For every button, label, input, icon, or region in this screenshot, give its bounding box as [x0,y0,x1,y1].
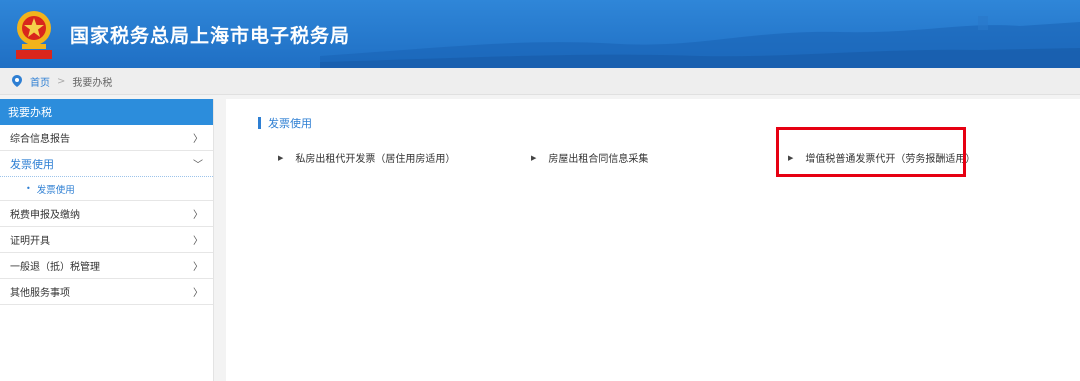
chevron-right-icon: 〉 [193,210,203,221]
chevron-right-icon: 〉 [193,262,203,273]
great-wall-illustration [320,16,1080,68]
sidebar-item-label: 发票使用 [10,157,54,171]
bullet-icon: • [26,184,31,193]
tax-emblem-logo [16,11,52,59]
sidebar-item-certificate-issuance[interactable]: 证明开具 〉 [0,227,213,253]
sidebar: 我要办税 综合信息报告 〉 发票使用 ﹀ • 发票使用 税费申报及缴纳 〉 证明… [0,99,214,381]
section-accent-bar [258,117,261,129]
site-title: 国家税务总局上海市电子税务局 [70,25,351,47]
highlight-box [776,127,966,177]
main-panel: 发票使用 ▶ 私房出租代开发票（居住用房适用） ▶ 房屋出租合同信息采集 ▶ 增… [226,99,1080,381]
chevron-right-icon: 〉 [193,134,203,145]
chevron-down-icon: ﹀ [193,160,203,171]
play-arrow-icon: ▶ [278,153,284,162]
sidebar-item-label: 证明开具 [10,236,50,247]
breadcrumb-home-link[interactable]: 首页 [30,74,50,89]
play-arrow-icon: ▶ [531,153,537,162]
link-label: 私房出租代开发票（居住用房适用） [295,154,456,165]
sidebar-item-comprehensive-info-report[interactable]: 综合信息报告 〉 [0,125,213,151]
sidebar-item-tax-filing-payment[interactable]: 税费申报及缴纳 〉 [0,201,213,227]
breadcrumb-current: 我要办税 [72,77,113,89]
sidebar-item-invoice-usage[interactable]: 发票使用 ﹀ [0,151,213,177]
sidebar-subitem-label: 发票使用 [36,184,75,196]
chevron-right-icon: 〉 [193,236,203,247]
sidebar-item-tax-refund-management[interactable]: 一般退（抵）税管理 〉 [0,253,213,279]
link-rental-contract-collection[interactable]: ▶ 房屋出租合同信息采集 [531,150,649,166]
sidebar-subitem-invoice-usage[interactable]: • 发票使用 [0,177,213,201]
header-banner: 国家税务总局上海市电子税务局 [0,0,1080,68]
section-title-label: 发票使用 [268,117,312,130]
link-private-rental-invoice[interactable]: ▶ 私房出租代开发票（居住用房适用） [278,150,456,166]
breadcrumb: 首页 > 我要办税 [0,68,1080,95]
chevron-right-icon: 〉 [193,288,203,299]
breadcrumb-separator: > [57,75,66,87]
sidebar-item-label: 一般退（抵）税管理 [10,262,100,273]
sidebar-item-label: 其他服务事项 [10,288,70,299]
sidebar-item-label: 综合信息报告 [10,134,70,145]
sidebar-heading[interactable]: 我要办税 [0,99,213,125]
sidebar-item-other-services[interactable]: 其他服务事项 〉 [0,279,213,305]
link-label: 房屋出租合同信息采集 [548,154,649,165]
section-title: 发票使用 [258,115,312,131]
sidebar-item-label: 税费申报及缴纳 [10,210,80,221]
location-pin-icon [12,75,22,87]
